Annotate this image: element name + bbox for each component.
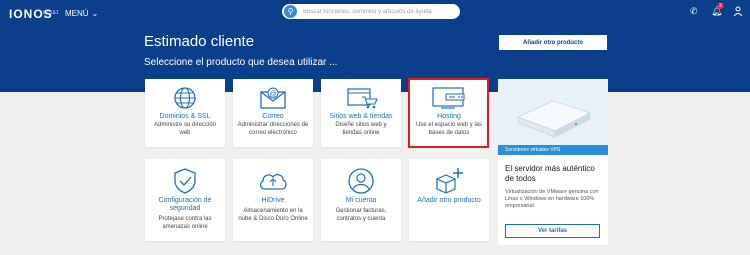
promo-desc: Virtualización de VMware genuina con Lin… bbox=[505, 189, 599, 209]
promo-title: El servidor más auténtico de todos bbox=[505, 164, 595, 183]
user-icon[interactable] bbox=[733, 6, 743, 18]
view-rates-button[interactable]: Ver tarifas bbox=[505, 224, 600, 238]
server-icon bbox=[409, 86, 489, 110]
card-title: Dominios & SSL bbox=[159, 113, 211, 120]
card-desc: Administre su dirección web bbox=[153, 122, 217, 136]
logo-sub: by 1&1 bbox=[43, 10, 59, 16]
card-desc: Administrar direcciones de correo electr… bbox=[237, 122, 309, 136]
chevron-down-icon: ⌄ bbox=[91, 9, 99, 18]
envelope-icon: @ bbox=[233, 86, 313, 110]
page-subtitle: Seleccione el producto que desea utiliza… bbox=[144, 57, 338, 68]
product-card-security[interactable]: Configuración de seguridad Protejase con… bbox=[145, 159, 225, 241]
promo-tag: Servidores virtuales VPS bbox=[498, 145, 608, 155]
card-desc: Use el espacio web y las bases de datos bbox=[415, 122, 483, 136]
shield-icon bbox=[145, 167, 225, 195]
card-title: Sitios web & tiendas bbox=[329, 113, 393, 120]
notification-badge: 3 bbox=[717, 3, 724, 9]
card-desc: Diseñe sitios web y tiendas online bbox=[335, 122, 387, 136]
product-card-mail[interactable]: @ Correo Administrar direcciones de corr… bbox=[233, 79, 313, 147]
product-card-hosting[interactable]: Hosting Use el espacio web y las bases d… bbox=[409, 79, 489, 147]
product-card-domains[interactable]: Dominios & SSL Administre su dirección w… bbox=[145, 79, 225, 147]
card-title: Correo bbox=[262, 113, 284, 120]
card-desc: Gestionar facturas, contratos y cuenta bbox=[335, 208, 387, 222]
svg-text:@: @ bbox=[269, 91, 276, 98]
page-title: Estimado cliente bbox=[144, 33, 255, 50]
product-card-account[interactable]: Mi cuenta Gestionar facturas, contratos … bbox=[321, 159, 401, 241]
menu-label: MENÚ bbox=[65, 9, 89, 18]
top-bar: IONOS by 1&1 MENÚ⌄ ⚲ ✆ 🔔︎3 bbox=[0, 0, 750, 26]
card-desc: Almacenamiento en la nube & Disco Duro O… bbox=[238, 208, 308, 222]
search-input[interactable] bbox=[301, 5, 455, 19]
add-box-icon bbox=[409, 167, 489, 195]
cloud-icon bbox=[233, 167, 313, 195]
cart-icon bbox=[321, 86, 401, 110]
menu-button[interactable]: MENÚ ⌄ bbox=[65, 9, 98, 18]
user-icon bbox=[321, 167, 401, 195]
server-illustration bbox=[498, 79, 608, 145]
promo-card: Servidores virtuales VPS El servidor más… bbox=[498, 79, 608, 245]
phone-icon[interactable]: ✆ bbox=[690, 6, 698, 17]
search-box[interactable]: ⚲ bbox=[282, 4, 460, 19]
card-desc: Protejase contra las amenazas online bbox=[158, 216, 212, 230]
product-card-add[interactable]: Añadir otro producto bbox=[409, 159, 489, 241]
add-product-button[interactable]: Añadir otro producto bbox=[499, 35, 607, 50]
product-card-websites[interactable]: Sitios web & tiendas Diseñe sitios web y… bbox=[321, 79, 401, 147]
card-title: Mi cuenta bbox=[345, 197, 377, 204]
card-title: Hosting bbox=[437, 113, 461, 120]
product-card-hidrive[interactable]: HiDrive Almacenamiento en la nube & Disc… bbox=[233, 159, 313, 241]
card-title: Añadir otro producto bbox=[417, 197, 481, 204]
globe-icon bbox=[145, 86, 225, 110]
search-icon[interactable]: ⚲ bbox=[284, 5, 297, 18]
bell-icon[interactable]: 🔔︎ 3 bbox=[711, 3, 724, 17]
card-title: HiDrive bbox=[261, 197, 285, 204]
card-title: Configuración de seguridad bbox=[158, 197, 212, 212]
